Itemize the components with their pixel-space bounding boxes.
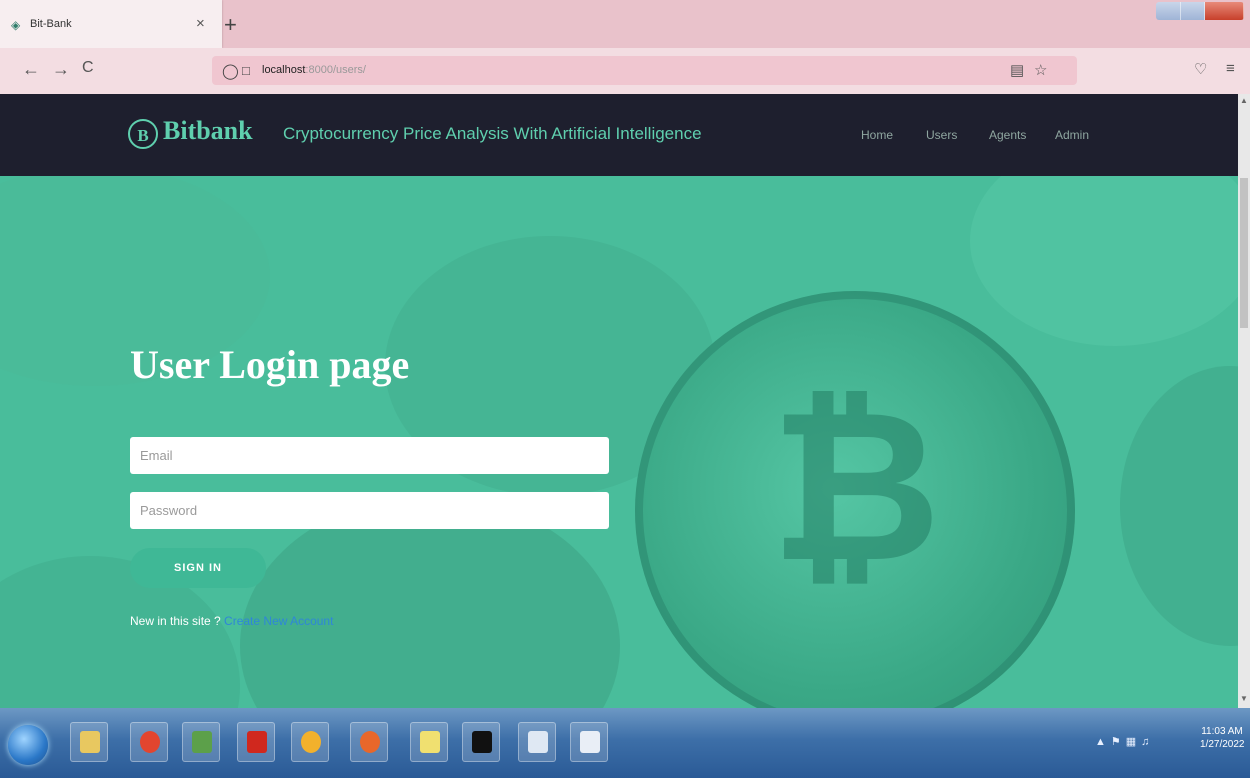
browser-tab-bar: ◈ Bit-Bank × +	[0, 0, 1250, 48]
command-prompt-icon[interactable]	[462, 722, 500, 762]
media-player-icon[interactable]	[130, 722, 168, 762]
spreadsheet-app-icon[interactable]	[182, 722, 220, 762]
sticky-notes-icon[interactable]	[410, 722, 448, 762]
window-controls	[1156, 2, 1244, 20]
url-host: localhost	[262, 64, 306, 76]
browser-toolbar: ← → C ◯ □ localhost:8000/users/ ▤ ☆ ♡ ≡	[0, 48, 1250, 94]
sign-in-button[interactable]: SIGN IN	[130, 548, 266, 588]
nav-admin[interactable]: Admin	[1055, 128, 1089, 142]
back-button[interactable]: ←	[22, 59, 40, 80]
tab-close-button[interactable]: ×	[196, 15, 205, 32]
url-text[interactable]: localhost:8000/users/	[262, 64, 366, 76]
site-tagline: Cryptocurrency Price Analysis With Artif…	[283, 124, 702, 143]
site-logo-text[interactable]: Bitbank	[163, 116, 253, 146]
system-tray-icons[interactable]: ▲⚑▦♫	[1095, 735, 1154, 748]
taskbar-clock[interactable]: 11:03 AM 1/27/2022	[1200, 725, 1245, 751]
bitcoin-symbol-icon: ₿	[770, 369, 942, 604]
maximize-button[interactable]	[1181, 2, 1206, 20]
hero-section: ₿ User Login page SIGN IN New in this si…	[0, 176, 1238, 708]
menu-icon[interactable]: ≡	[1226, 60, 1235, 77]
web-page: B Bitbank Cryptocurrency Price Analysis …	[0, 94, 1238, 708]
clock-date: 1/27/2022	[1200, 739, 1245, 750]
tab-title: Bit-Bank	[30, 18, 72, 30]
start-button[interactable]	[8, 725, 48, 765]
signup-prompt-text: New in this site ?	[130, 614, 225, 628]
chrome-browser-icon[interactable]	[291, 722, 329, 762]
minimize-button[interactable]	[1156, 2, 1181, 20]
nav-home[interactable]: Home	[861, 128, 893, 142]
create-account-link[interactable]: Create New Account	[224, 614, 333, 628]
reader-view-icon[interactable]: ▤	[1010, 61, 1024, 79]
url-path: :8000/users/	[305, 64, 366, 76]
browser-tab[interactable]: ◈ Bit-Bank ×	[0, 0, 222, 48]
forward-button[interactable]: →	[52, 59, 70, 80]
clock-time: 11:03 AM	[1201, 726, 1243, 737]
nav-agents[interactable]: Agents	[989, 128, 1026, 142]
bitbank-favicon-icon: ◈	[11, 18, 21, 32]
signup-prompt: New in this site ? Create New Account	[130, 614, 333, 628]
window-close-button[interactable]	[1205, 2, 1244, 20]
windows-taskbar: ▲⚑▦♫ 11:03 AM 1/27/2022	[0, 708, 1250, 778]
scrollbar-thumb[interactable]	[1240, 178, 1248, 328]
scroll-down-arrow-icon[interactable]: ▼	[1240, 694, 1248, 703]
bookmark-star-icon[interactable]: ☆	[1034, 61, 1047, 79]
reload-button[interactable]: C	[82, 59, 94, 77]
notepad-app-icon[interactable]	[570, 722, 608, 762]
bitbank-logo-icon[interactable]: B	[128, 119, 158, 149]
scroll-up-arrow-icon[interactable]: ▲	[1240, 96, 1248, 105]
pocket-icon[interactable]: ♡	[1194, 60, 1207, 78]
new-tab-button[interactable]: +	[224, 12, 237, 38]
background-coin	[970, 176, 1238, 346]
password-field[interactable]	[130, 492, 609, 529]
background-coin	[1120, 366, 1238, 646]
email-field[interactable]	[130, 437, 609, 474]
tracking-shield-icon[interactable]: ◯	[222, 62, 239, 80]
window-app-icon[interactable]	[518, 722, 556, 762]
nav-users[interactable]: Users	[926, 128, 957, 142]
page-info-icon[interactable]: □	[242, 63, 250, 78]
page-title: User Login page	[130, 342, 410, 387]
pdf-reader-icon[interactable]	[237, 722, 275, 762]
address-bar[interactable]: ◯ □ localhost:8000/users/ ▤ ☆	[212, 56, 1077, 85]
firefox-browser-icon[interactable]	[350, 722, 388, 762]
site-header: B Bitbank Cryptocurrency Price Analysis …	[0, 94, 1238, 176]
page-scrollbar[interactable]: ▲ ▼	[1238, 94, 1250, 708]
file-explorer-icon[interactable]	[70, 722, 108, 762]
